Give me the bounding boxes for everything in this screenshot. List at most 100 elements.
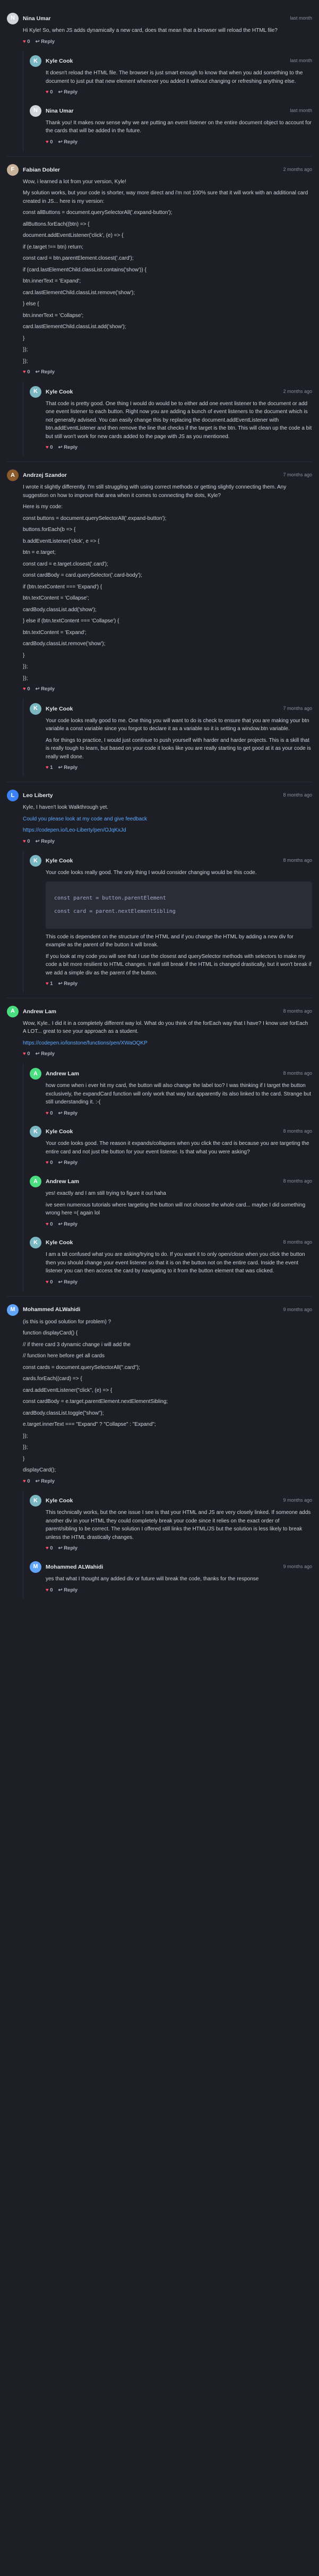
- reply-button[interactable]: ↩ Reply: [58, 1587, 77, 1595]
- avatar[interactable]: K: [30, 386, 41, 398]
- timestamp: last month: [290, 15, 312, 21]
- like-button[interactable]: ♥ 0: [46, 1587, 53, 1595]
- reply-button[interactable]: ↩ Reply: [36, 369, 55, 376]
- reply-button[interactable]: ↩ Reply: [58, 444, 77, 452]
- reply-button[interactable]: ↩ Reply: [58, 1159, 77, 1167]
- comment-header: F Fabian Dobler 2 months ago: [7, 164, 312, 176]
- like-button[interactable]: ♥ 0: [23, 369, 30, 376]
- comment-paragraph: btn.textContent = 'Collapse';: [23, 595, 89, 602]
- like-button[interactable]: ♥ 0: [23, 1050, 30, 1058]
- comment-link-text[interactable]: Could you please look at my code and giv…: [23, 816, 147, 822]
- like-button[interactable]: ♥ 0: [46, 1110, 53, 1118]
- author-name[interactable]: Nina Umar: [46, 107, 74, 115]
- comment-body: That code is pretty good. One thing I wo…: [30, 400, 312, 452]
- like-button[interactable]: ♥ 0: [46, 1221, 53, 1229]
- reply-icon: ↩: [58, 1279, 64, 1285]
- reply-item: A Andrew Lam 8 months ago yes! exactly and …: [30, 1171, 312, 1233]
- avatar[interactable]: K: [30, 55, 41, 67]
- comment-paragraph: }: [23, 652, 25, 658]
- avatar[interactable]: A: [30, 1176, 41, 1188]
- author-name[interactable]: Nina Umar: [23, 14, 51, 23]
- timestamp: 8 months ago: [283, 1008, 312, 1014]
- reply-label: Reply: [64, 444, 78, 451]
- like-button[interactable]: ♥ 0: [46, 1159, 53, 1167]
- heart-icon: ♥: [46, 981, 49, 987]
- avatar[interactable]: K: [30, 855, 41, 867]
- comment-body: yes that what I thought any added div or…: [30, 1575, 312, 1594]
- reply-label: Reply: [64, 139, 78, 145]
- author-name[interactable]: Andrzej Szandor: [23, 471, 67, 480]
- like-count: 0: [50, 89, 53, 96]
- reply-button[interactable]: ↩ Reply: [58, 1221, 77, 1229]
- heart-icon: ♥: [23, 686, 26, 692]
- avatar[interactable]: A: [7, 1005, 19, 1017]
- like-button[interactable]: ♥ 0: [23, 686, 30, 694]
- reply-button[interactable]: ↩ Reply: [58, 1279, 77, 1287]
- timestamp: 9 months ago: [283, 1306, 312, 1312]
- reply-button[interactable]: ↩ Reply: [58, 89, 77, 97]
- avatar[interactable]: A: [30, 1068, 41, 1080]
- reply-button[interactable]: ↩ Reply: [58, 764, 77, 772]
- author-name[interactable]: Kyle Cook: [46, 1127, 73, 1136]
- comment-paragraph: This code is dependent on the structure …: [46, 934, 294, 948]
- comment-paragraph: card.lastElementChild.classList.add('sho…: [23, 324, 126, 330]
- like-button[interactable]: ♥ 0: [23, 1478, 30, 1486]
- like-count: 0: [50, 1221, 53, 1227]
- reply-button[interactable]: ↩ Reply: [36, 686, 55, 694]
- comment-header: L Leo Liberty 8 months ago: [7, 790, 312, 802]
- like-button[interactable]: ♥ 1: [46, 764, 53, 772]
- like-button[interactable]: ♥ 0: [46, 89, 53, 97]
- avatar[interactable]: N: [7, 13, 19, 24]
- heart-icon: ♥: [23, 369, 26, 375]
- comment-paragraph: Wow, i learned a lot from your version, …: [23, 178, 126, 185]
- author-name[interactable]: Kyle Cook: [46, 57, 73, 65]
- reply-button[interactable]: ↩ Reply: [58, 980, 77, 988]
- author-name[interactable]: Andrew Lam: [46, 1177, 79, 1186]
- reply-button[interactable]: ↩ Reply: [36, 1050, 55, 1058]
- comment-paragraph: e.target.innerText === "Expand" ? "Colla…: [23, 1422, 156, 1428]
- reply-button[interactable]: ↩ Reply: [36, 38, 55, 46]
- author-name[interactable]: Kyle Cook: [46, 1238, 73, 1247]
- author-name[interactable]: Kyle Cook: [46, 1496, 73, 1505]
- avatar[interactable]: A: [7, 469, 19, 482]
- heart-icon: ♥: [46, 139, 49, 145]
- author-name[interactable]: Andrew Lam: [23, 1007, 56, 1016]
- avatar[interactable]: K: [30, 1237, 41, 1249]
- codepen-link[interactable]: https://codepen.io/Leo-Liberty/pen/OJqKx…: [23, 827, 126, 833]
- reply-button[interactable]: ↩ Reply: [58, 1110, 77, 1118]
- reply-button[interactable]: ↩ Reply: [58, 1545, 77, 1553]
- reply-button[interactable]: ↩ Reply: [58, 139, 77, 147]
- author-name[interactable]: Kyle Cook: [46, 388, 73, 396]
- avatar[interactable]: K: [30, 1495, 41, 1507]
- like-button[interactable]: ♥ 0: [46, 139, 53, 147]
- reply-button[interactable]: ↩ Reply: [36, 838, 55, 846]
- like-button[interactable]: ♥ 0: [46, 1279, 53, 1287]
- comment-paragraph: card.addEventListener("click", (e) => {: [23, 1387, 113, 1393]
- like-count: 0: [27, 1478, 30, 1484]
- like-button[interactable]: ♥ 0: [23, 838, 30, 846]
- like-button[interactable]: ♥ 0: [46, 1545, 53, 1553]
- author-name[interactable]: Leo Liberty: [23, 791, 53, 800]
- avatar[interactable]: N: [30, 105, 41, 117]
- like-button[interactable]: ♥ 0: [46, 444, 53, 452]
- comment-body: Your code looks really good. The only th…: [30, 869, 312, 988]
- author-name[interactable]: Kyle Cook: [46, 857, 73, 865]
- avatar[interactable]: F: [7, 164, 19, 176]
- author-name[interactable]: Andrew Lam: [46, 1069, 79, 1078]
- author-name[interactable]: Kyle Cook: [46, 705, 73, 713]
- reply-button[interactable]: ↩ Reply: [36, 1478, 55, 1486]
- avatar[interactable]: L: [7, 790, 19, 802]
- avatar[interactable]: K: [30, 703, 41, 715]
- codepen-link[interactable]: https://codepen.io/lonstone/functions/pe…: [23, 1040, 148, 1046]
- author-name[interactable]: Fabian Dobler: [23, 166, 60, 174]
- avatar[interactable]: M: [30, 1561, 41, 1573]
- comment-paragraph: ive seen numerous tutorials where target…: [46, 1202, 306, 1217]
- avatar[interactable]: K: [30, 1126, 41, 1138]
- author-name[interactable]: Mohammed ALWahidi: [23, 1305, 80, 1314]
- reply-icon: ↩: [58, 89, 64, 96]
- author-name[interactable]: Mohammed ALWahidi: [46, 1563, 103, 1571]
- like-button[interactable]: ♥ 0: [23, 38, 30, 46]
- like-button[interactable]: ♥ 1: [46, 980, 53, 988]
- reply-label: Reply: [41, 686, 55, 692]
- avatar[interactable]: M: [7, 1304, 19, 1316]
